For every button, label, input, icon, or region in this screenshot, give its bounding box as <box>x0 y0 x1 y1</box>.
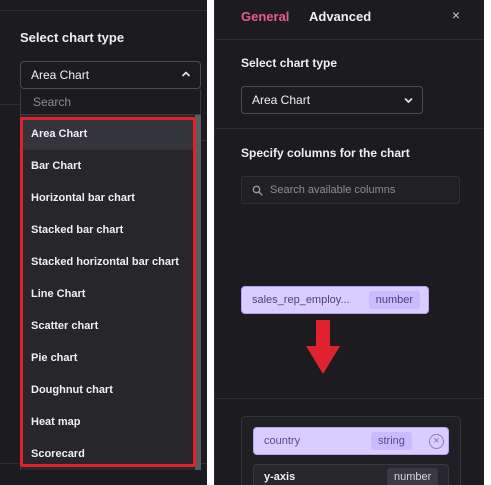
chart-type-select[interactable]: Area Chart <box>241 86 423 114</box>
chart-type-search[interactable] <box>20 89 201 115</box>
option-stacked-horizontal-bar-chart[interactable]: Stacked horizontal bar chart <box>21 246 196 278</box>
y-axis-type-badge: number <box>387 468 439 485</box>
option-doughnut-chart[interactable]: Doughnut chart <box>21 374 196 406</box>
option-stacked-bar-chart[interactable]: Stacked bar chart <box>21 214 196 246</box>
settings-tabs: General Advanced × <box>215 0 484 40</box>
option-horizontal-bar-chart[interactable]: Horizontal bar chart <box>21 182 196 214</box>
option-pie-chart[interactable]: Pie chart <box>21 342 196 374</box>
tab-general[interactable]: General <box>241 9 289 24</box>
column-name: country <box>264 435 301 447</box>
divider <box>0 104 20 105</box>
column-type-badge: string <box>371 432 412 450</box>
dragged-column-chip[interactable]: sales_rep_employ... number <box>241 286 429 314</box>
option-bar-chart[interactable]: Bar Chart <box>21 150 196 182</box>
search-icon <box>252 185 263 196</box>
divider <box>0 10 207 11</box>
option-heat-map[interactable]: Heat map <box>21 406 196 438</box>
tab-advanced[interactable]: Advanced <box>309 9 371 24</box>
down-arrow-icon <box>306 320 340 374</box>
option-area-chart[interactable]: Area Chart <box>21 118 196 150</box>
chart-type-selected-value: Area Chart <box>31 68 90 82</box>
columns-search-input[interactable] <box>270 177 455 203</box>
chevron-down-icon <box>404 98 413 103</box>
chevron-up-icon <box>182 71 190 77</box>
chart-type-dropdown-panel: Select chart type Area Chart Area Chart … <box>0 0 207 485</box>
chart-type-options-list: Area Chart Bar Chart Horizontal bar char… <box>20 115 201 470</box>
options-scrollbar[interactable] <box>195 115 201 470</box>
specify-columns-label: Specify columns for the chart <box>241 146 410 160</box>
chart-type-search-input[interactable] <box>21 89 200 114</box>
divider <box>215 128 484 129</box>
close-icon[interactable]: × <box>449 7 463 23</box>
divider <box>215 398 484 399</box>
y-axis-slot[interactable]: y-axis number <box>253 464 449 485</box>
chart-type-selected-value: Area Chart <box>252 93 311 107</box>
columns-search[interactable] <box>241 176 460 204</box>
select-chart-type-label: Select chart type <box>20 30 125 45</box>
remove-circle-icon[interactable]: × <box>429 434 444 449</box>
option-scorecard[interactable]: Scorecard <box>21 438 196 470</box>
x-axis-column-chip[interactable]: country string × <box>253 427 449 455</box>
select-chart-type-label: Select chart type <box>241 56 338 70</box>
chart-type-select[interactable]: Area Chart <box>20 61 201 89</box>
divider <box>201 140 207 141</box>
column-type-badge: number <box>368 291 420 309</box>
y-axis-label: y-axis <box>264 471 296 483</box>
column-name: sales_rep_employ... <box>252 294 350 306</box>
option-line-chart[interactable]: Line Chart <box>21 278 196 310</box>
chart-settings-panel: General Advanced × Select chart type Are… <box>214 0 484 485</box>
option-scatter-chart[interactable]: Scatter chart <box>21 310 196 342</box>
